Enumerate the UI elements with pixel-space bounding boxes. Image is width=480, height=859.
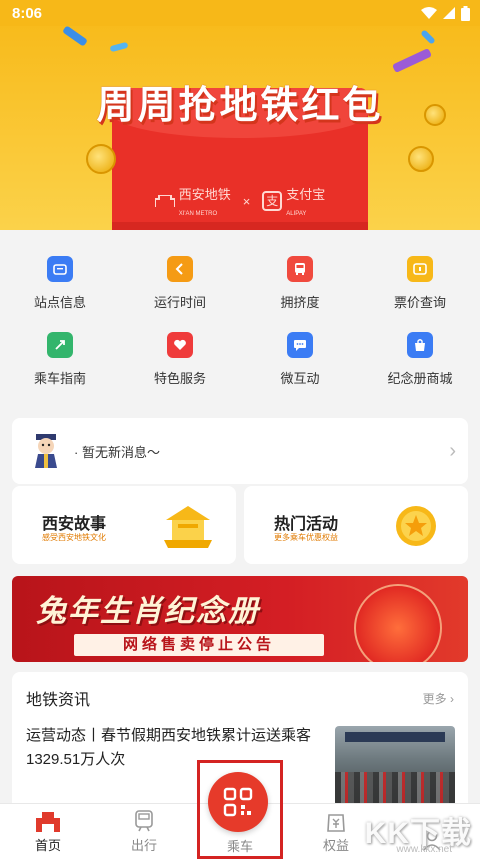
battery-icon bbox=[461, 5, 470, 21]
promo-card-hot-events[interactable]: 热门活动 更多乘车优惠权益 bbox=[244, 486, 468, 564]
grid-label: 站点信息 bbox=[33, 295, 86, 310]
heart-icon bbox=[167, 332, 193, 358]
confetti-ribbon bbox=[62, 26, 88, 47]
function-grid: 站点信息 运行时间 拥挤度 票价查询 乘车指南 特色服务 微互动 纪念册商城 bbox=[0, 230, 480, 410]
chevron-right-icon: › bbox=[450, 691, 454, 706]
promo-title: 热门活动 bbox=[274, 516, 339, 533]
news-heading: 地铁资讯 bbox=[26, 692, 91, 709]
confetti-ribbon bbox=[420, 29, 436, 45]
alipay-logo-subtext: ALIPAY bbox=[286, 211, 307, 217]
gold-coin-icon bbox=[86, 144, 116, 174]
grid-label: 运行时间 bbox=[153, 295, 206, 310]
tab-label: 权益 bbox=[322, 838, 349, 853]
gold-coin-icon bbox=[408, 146, 434, 172]
bus-icon bbox=[287, 256, 313, 282]
zodiac-album-banner[interactable]: 兔年生肖纪念册 网络售卖停止公告 bbox=[12, 576, 468, 662]
mascot-icon bbox=[35, 434, 57, 468]
tab-label: 出行 bbox=[130, 838, 157, 853]
signal-icon bbox=[443, 7, 455, 19]
news-thumbnail[interactable] bbox=[335, 726, 455, 806]
ad-subtitle: 网络售卖停止公告 bbox=[74, 634, 324, 656]
station-info-icon bbox=[47, 256, 73, 282]
banner-title: 周周抢地铁红包 bbox=[96, 85, 384, 127]
kk-watermark-url: www.kkx.net bbox=[396, 844, 452, 855]
star-coin-icon bbox=[396, 506, 436, 546]
benefits-icon bbox=[327, 814, 345, 832]
status-icons bbox=[421, 5, 470, 21]
promo-subtitle: 更多乘车优惠权益 bbox=[274, 533, 338, 542]
train-icon bbox=[135, 810, 153, 832]
grid-label: 乘车指南 bbox=[33, 371, 86, 386]
grid-label: 微互动 bbox=[280, 371, 320, 386]
notice-bar[interactable]: · 暂无新消息～ › bbox=[12, 418, 468, 484]
promo-title: 西安故事 bbox=[42, 516, 107, 533]
grid-item-station-info[interactable]: 站点信息 bbox=[0, 256, 120, 311]
grid-label: 票价查询 bbox=[393, 295, 446, 310]
ride-qr-button[interactable] bbox=[208, 772, 268, 832]
rabbit-illustration bbox=[354, 584, 442, 662]
news-header: 地铁资讯 更多 › bbox=[26, 686, 454, 710]
grid-label: 纪念册商城 bbox=[387, 371, 453, 386]
tab-home[interactable]: 首页 bbox=[0, 804, 96, 859]
metro-logo-subtext: XI'AN METRO bbox=[178, 211, 218, 217]
crowd-shape bbox=[335, 772, 455, 806]
status-bar: 8:06 bbox=[0, 0, 480, 26]
tab-label: 首页 bbox=[34, 838, 61, 853]
ad-title: 兔年生肖纪念册 bbox=[36, 595, 260, 628]
guide-icon bbox=[47, 332, 73, 358]
logo-separator: × bbox=[242, 193, 251, 209]
notice-text: · 暂无新消息～ bbox=[74, 444, 160, 460]
grid-label: 特色服务 bbox=[153, 371, 206, 386]
promo-banner[interactable]: 周周抢地铁红包 西安地铁 XI'AN METRO × 支 支付宝 ALIPAY bbox=[0, 26, 480, 230]
status-time: 8:06 bbox=[12, 4, 43, 22]
confetti-ribbon bbox=[391, 47, 433, 74]
bag-icon bbox=[407, 332, 433, 358]
metro-logo-text: 西安地铁 bbox=[178, 187, 231, 202]
pagoda-icon bbox=[164, 506, 212, 548]
chevron-right-icon: › bbox=[449, 439, 456, 462]
grid-item-fare-query[interactable]: 票价查询 bbox=[360, 256, 480, 311]
alipay-logo: 支 支付宝 ALIPAY bbox=[262, 184, 325, 218]
news-more-link[interactable]: 更多 › bbox=[423, 690, 454, 707]
grid-label: 拥挤度 bbox=[280, 295, 320, 310]
tab-label-ride[interactable]: 乘车 bbox=[197, 836, 283, 855]
wifi-icon bbox=[421, 7, 437, 19]
tab-travel[interactable]: 出行 bbox=[96, 804, 192, 859]
time-icon bbox=[167, 256, 193, 282]
alipay-logo-icon: 支 bbox=[262, 191, 283, 211]
ticket-icon bbox=[407, 256, 433, 282]
grid-item-crowding[interactable]: 拥挤度 bbox=[240, 256, 360, 311]
grid-item-riding-guide[interactable]: 乘车指南 bbox=[0, 332, 120, 387]
promo-subtitle: 感受西安地铁文化 bbox=[42, 533, 106, 542]
station-sign bbox=[345, 732, 445, 742]
news-more-label: 更多 bbox=[422, 691, 447, 706]
promo-card-xian-story[interactable]: 西安故事 感受西安地铁文化 bbox=[12, 486, 236, 564]
grid-item-running-time[interactable]: 运行时间 bbox=[120, 256, 240, 311]
metro-logo-icon bbox=[154, 195, 175, 207]
grid-item-interaction[interactable]: 微互动 bbox=[240, 332, 360, 387]
grid-item-special-service[interactable]: 特色服务 bbox=[120, 332, 240, 387]
banner-logos: 西安地铁 XI'AN METRO × 支 支付宝 ALIPAY bbox=[0, 184, 480, 218]
grid-item-souvenir-mall[interactable]: 纪念册商城 bbox=[360, 332, 480, 387]
confetti-ribbon bbox=[109, 41, 129, 53]
xian-metro-logo: 西安地铁 XI'AN METRO bbox=[154, 184, 231, 218]
home-icon bbox=[36, 812, 60, 832]
alipay-logo-text: 支付宝 bbox=[286, 187, 326, 202]
chat-icon bbox=[287, 332, 313, 358]
qr-icon bbox=[223, 787, 253, 817]
